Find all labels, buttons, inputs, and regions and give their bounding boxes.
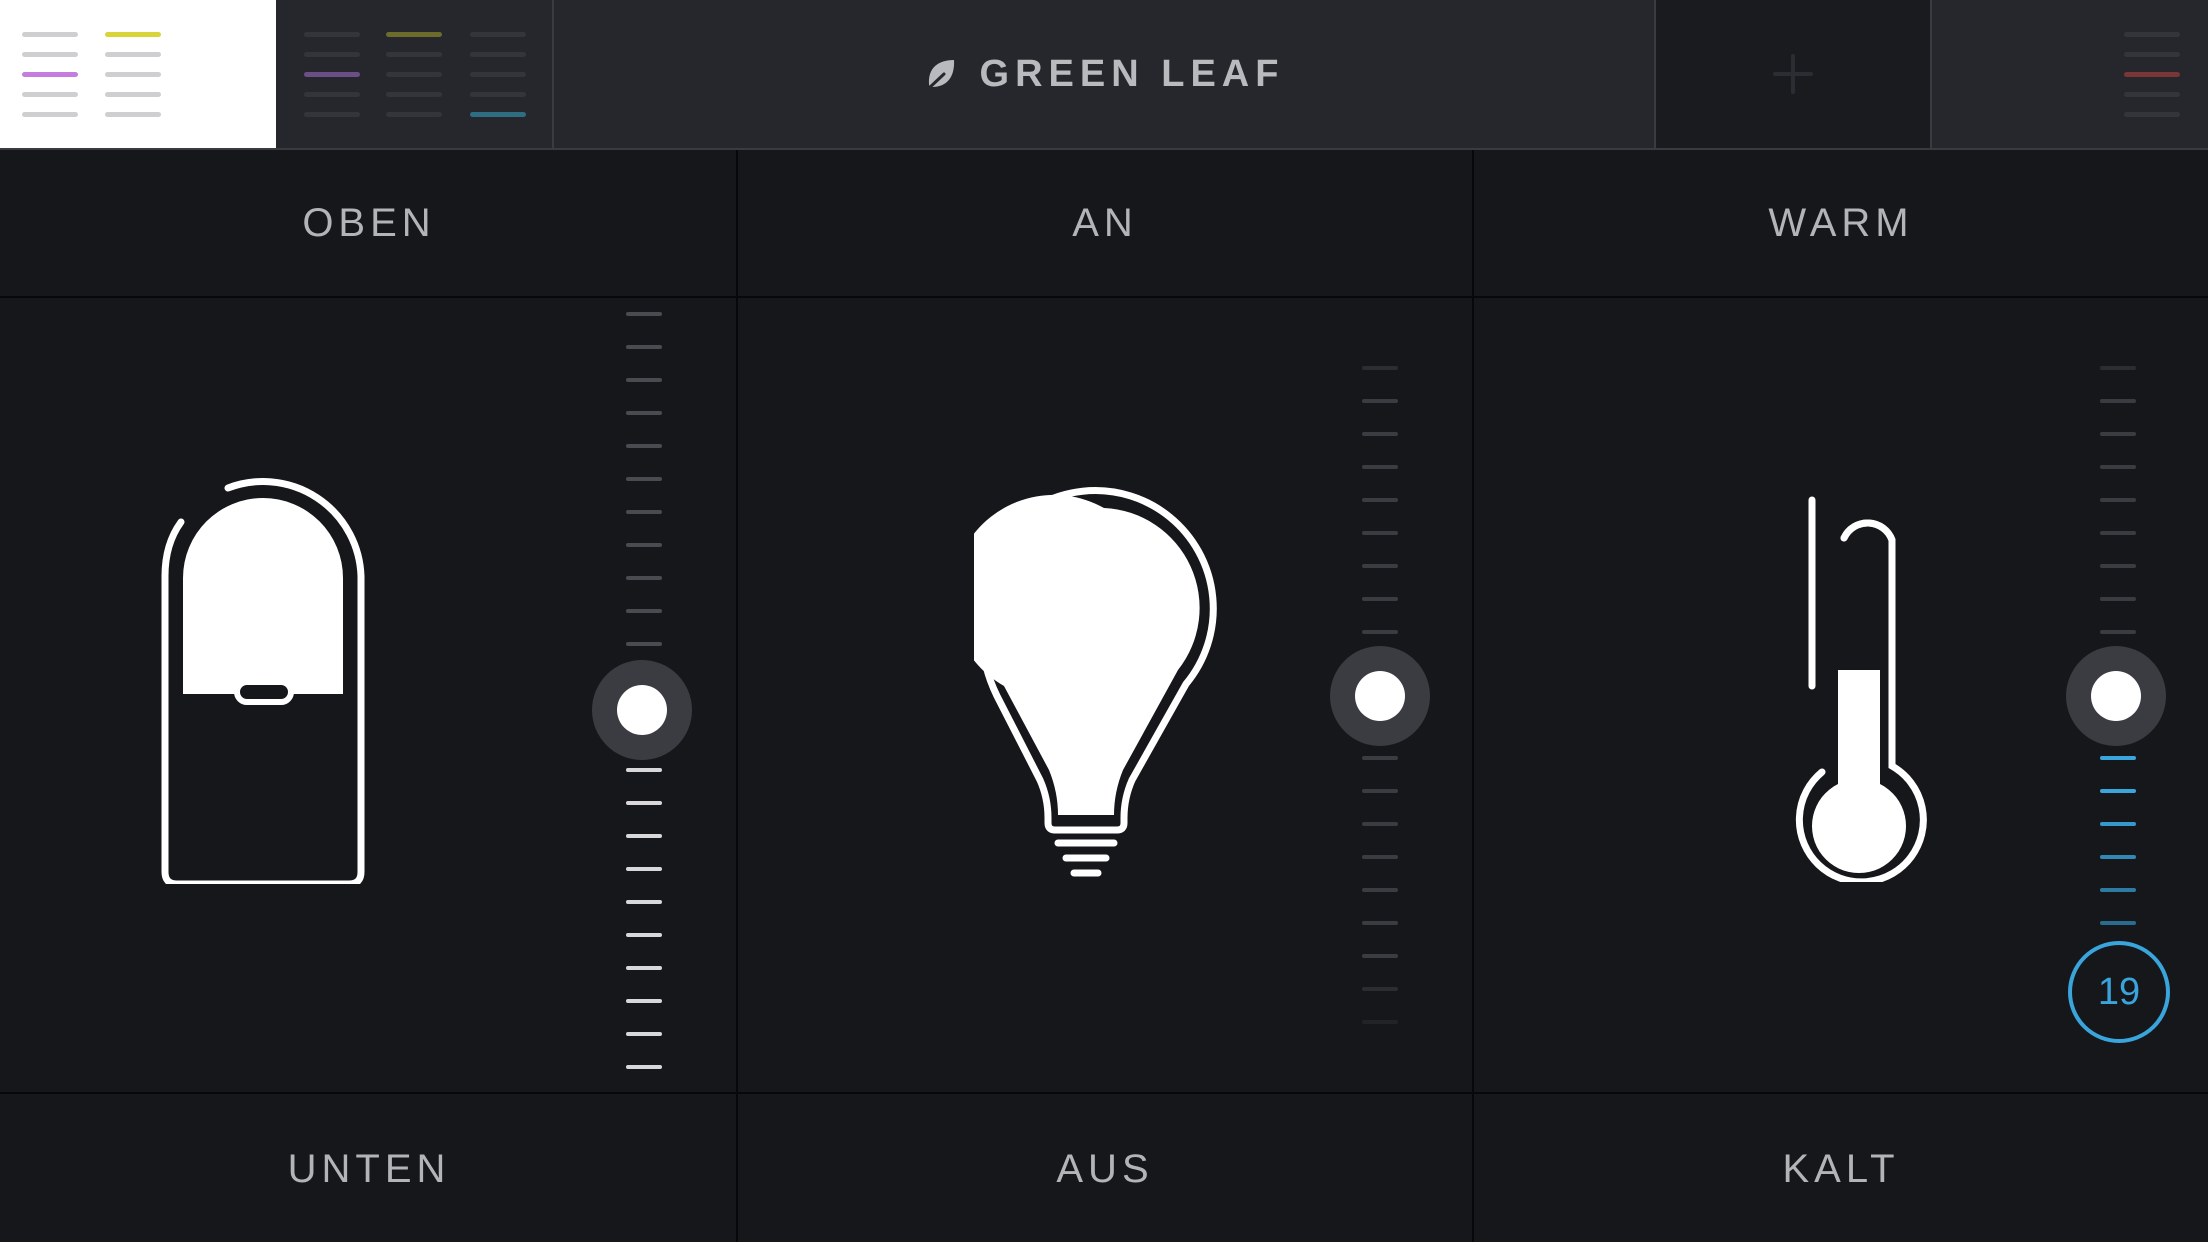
blinds-down-button[interactable]: UNTEN — [2, 1096, 736, 1242]
room-tab-3[interactable] — [1932, 0, 2208, 148]
add-room-button[interactable] — [1656, 0, 1930, 148]
lightbulb-icon — [974, 487, 1217, 877]
blinds-slider-knob[interactable] — [592, 660, 692, 760]
leaf-icon — [925, 60, 954, 92]
room-tab-2[interactable] — [278, 0, 552, 148]
light-on-label: AN — [1072, 200, 1138, 245]
blinds-up-button[interactable]: OBEN — [2, 150, 736, 296]
blinds-up-label: OBEN — [302, 200, 436, 245]
light-off-label: AUS — [1056, 1146, 1154, 1191]
light-on-button[interactable]: AN — [738, 150, 1472, 296]
thermometer-icon — [1795, 496, 1927, 882]
temperature-value-badge: 19 — [2068, 941, 2170, 1043]
top-bar: GREEN LEAF — [0, 0, 2208, 150]
temperature-cold-button[interactable]: KALT — [1474, 1096, 2208, 1242]
app-title-text: GREEN LEAF — [979, 52, 1285, 95]
room-tab-1[interactable] — [0, 0, 276, 148]
temperature-warm-button[interactable]: WARM — [1474, 150, 2208, 296]
app-title: GREEN LEAF — [554, 0, 1654, 148]
plus-icon — [1773, 54, 1813, 94]
temperature-warm-label: WARM — [1768, 200, 1914, 245]
blinds-down-label: UNTEN — [287, 1146, 451, 1191]
temperature-cold-label: KALT — [1782, 1146, 1900, 1191]
light-off-button[interactable]: AUS — [738, 1096, 1472, 1242]
temperature-value: 19 — [2097, 970, 2141, 1013]
light-slider-knob[interactable] — [1330, 646, 1430, 746]
temperature-slider-knob[interactable] — [2066, 646, 2166, 746]
blinds-icon — [161, 478, 365, 884]
